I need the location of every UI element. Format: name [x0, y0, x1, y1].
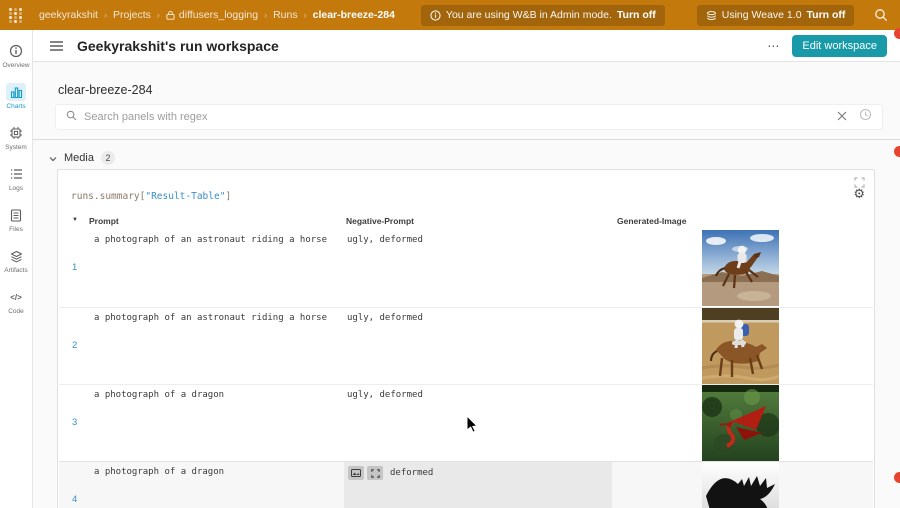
- breadcrumb-run-name[interactable]: clear-breeze-284: [313, 9, 395, 21]
- info-icon: [6, 42, 26, 60]
- sidebar-item-system[interactable]: System: [0, 124, 33, 165]
- breadcrumb: geekyrakshit › Projects › diffusers_logg…: [39, 9, 395, 22]
- file-icon: [6, 206, 26, 224]
- sidebar-item-label: Files: [9, 226, 23, 233]
- weave-turn-off-button[interactable]: Turn off: [807, 9, 846, 21]
- hamburger-menu-icon[interactable]: [50, 41, 63, 51]
- panel-title-key: "Result-Table": [145, 191, 225, 202]
- media-section-header[interactable]: Media 2: [49, 149, 115, 167]
- panel-title-suffix: ]: [225, 191, 231, 202]
- sidebar-item-charts[interactable]: Charts: [0, 83, 33, 124]
- negative-prompt-hover-content: deformed: [348, 466, 433, 480]
- admin-mode-banner: You are using W&B in Admin mode. Turn of…: [421, 5, 665, 26]
- divider: [33, 139, 900, 140]
- column-header-generated-image[interactable]: Generated-Image: [617, 216, 686, 226]
- weave-layers-icon: [706, 10, 717, 21]
- panel-title-prefix: runs.summary[: [71, 191, 145, 202]
- page-title: Geekyrakshit's run workspace: [77, 38, 279, 54]
- breadcrumb-project-name[interactable]: diffusers_logging: [179, 9, 258, 21]
- negative-prompt-cell[interactable]: ugly, deformed: [347, 313, 423, 323]
- chevron-down-icon: [49, 149, 57, 167]
- workspace-header: Geekyrakshit's run workspace ⋯ Edit work…: [33, 30, 900, 62]
- sidebar-item-label: System: [5, 144, 27, 151]
- breadcrumb-projects[interactable]: Projects: [113, 9, 151, 21]
- sidebar-item-label: Code: [8, 308, 24, 315]
- info-circle-icon: [430, 10, 441, 21]
- code-icon: </>: [6, 288, 26, 306]
- table-row: a photograph of a dragon ugly, deformed …: [59, 384, 873, 461]
- breadcrumb-entity[interactable]: geekyrakshit: [39, 9, 98, 21]
- sidebar-item-label: Overview: [2, 62, 29, 69]
- row-index[interactable]: 1: [72, 262, 77, 273]
- table-row: a photograph of a dragon deformed 4: [59, 461, 873, 508]
- admin-mode-text: You are using W&B in Admin mode.: [446, 9, 612, 21]
- admin-turn-off-button[interactable]: Turn off: [617, 9, 656, 21]
- breadcrumb-separator: ›: [104, 10, 107, 20]
- search-icon[interactable]: [874, 8, 888, 22]
- navbar-icon-group: ?: [874, 8, 900, 22]
- history-clock-icon[interactable]: [859, 108, 872, 126]
- wandb-logo-icon[interactable]: [9, 8, 23, 23]
- edge-red-dot: [894, 146, 900, 157]
- column-header-prompt[interactable]: Prompt: [89, 216, 119, 226]
- prompt-cell[interactable]: a photograph of an astronaut riding a ho…: [94, 313, 327, 323]
- search-input[interactable]: Search panels with regex: [84, 111, 837, 123]
- sidebar-item-code[interactable]: </> Code: [0, 288, 33, 329]
- prompt-cell[interactable]: a photograph of an astronaut riding a ho…: [94, 235, 327, 245]
- table-row: a photograph of an astronaut riding a ho…: [59, 307, 873, 384]
- layers-icon: [6, 247, 26, 265]
- sidebar-item-overview[interactable]: Overview: [0, 42, 33, 83]
- search-icon: [66, 108, 77, 126]
- top-navbar: geekyrakshit › Projects › diffusers_logg…: [0, 0, 900, 30]
- weave-text: Using Weave 1.0: [722, 9, 802, 21]
- sidebar-item-logs[interactable]: Logs: [0, 165, 33, 206]
- view-media-icon[interactable]: [348, 466, 364, 480]
- sidebar-item-artifacts[interactable]: Artifacts: [0, 247, 33, 288]
- sidebar-item-label: Artifacts: [4, 267, 27, 274]
- chip-icon: [6, 124, 26, 142]
- generated-image-black-dragon[interactable]: [702, 462, 779, 508]
- column-header-negative-prompt[interactable]: Negative-Prompt: [346, 216, 414, 226]
- media-count-badge: 2: [101, 151, 115, 165]
- prompt-cell[interactable]: a photograph of a dragon: [94, 390, 224, 400]
- negative-prompt-cell[interactable]: deformed: [390, 468, 433, 478]
- negative-prompt-cell[interactable]: ugly, deformed: [347, 235, 423, 245]
- row-index[interactable]: 3: [72, 417, 77, 428]
- lock-icon: [166, 10, 175, 23]
- edge-red-dot: [894, 28, 900, 39]
- gear-icon[interactable]: ⚙: [853, 187, 865, 202]
- sidebar-item-label: Logs: [9, 185, 23, 192]
- breadcrumb-separator: ›: [264, 10, 267, 20]
- run-name: clear-breeze-284: [58, 83, 153, 97]
- bar-chart-icon: [6, 83, 26, 101]
- breadcrumb-separator: ›: [304, 10, 307, 20]
- sidebar-item-files[interactable]: Files: [0, 206, 33, 247]
- panel-title: runs.summary["Result-Table"]: [71, 191, 231, 202]
- caret-down-icon[interactable]: ▼: [72, 217, 78, 223]
- negative-prompt-cell[interactable]: ugly, deformed: [347, 390, 423, 400]
- table-row: a photograph of an astronaut riding a ho…: [59, 230, 873, 307]
- edit-workspace-button[interactable]: Edit workspace: [792, 35, 887, 57]
- row-index[interactable]: 2: [72, 340, 77, 351]
- media-section-label: Media: [64, 152, 94, 164]
- clear-search-icon[interactable]: [837, 108, 847, 126]
- row-index[interactable]: 4: [72, 494, 77, 505]
- sidebar-item-label: Charts: [6, 103, 25, 110]
- panel-search-bar[interactable]: Search panels with regex: [55, 104, 883, 130]
- table-header-row: ▼ Prompt Negative-Prompt Generated-Image: [58, 216, 874, 230]
- left-sidebar: Overview Charts System Logs Files Artifa…: [0, 30, 33, 508]
- breadcrumb-runs[interactable]: Runs: [273, 9, 298, 21]
- result-table-panel: runs.summary["Result-Table"] ⚙ ▼ Prompt …: [57, 169, 875, 508]
- overflow-menu-button[interactable]: ⋯: [767, 39, 780, 53]
- list-icon: [6, 165, 26, 183]
- expand-cell-icon[interactable]: [367, 466, 383, 480]
- generated-image-red-dragon-forest[interactable]: [702, 385, 779, 461]
- weave-banner: Using Weave 1.0 Turn off: [697, 5, 855, 26]
- generated-image-astronaut-desert[interactable]: [702, 230, 779, 306]
- generated-image-astronaut-dirt[interactable]: [702, 308, 779, 384]
- edge-red-dot: [894, 472, 900, 483]
- prompt-cell[interactable]: a photograph of a dragon: [94, 467, 224, 477]
- breadcrumb-separator: ›: [157, 10, 160, 20]
